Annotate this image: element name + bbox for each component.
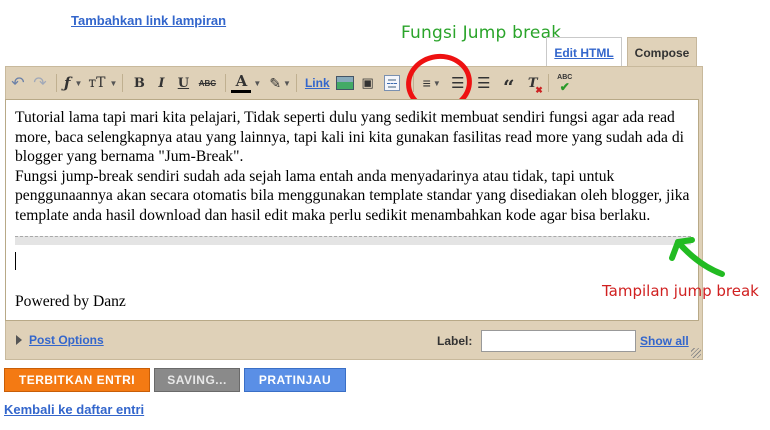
label-caption: Label: [437,334,473,348]
jump-break-line[interactable] [15,236,691,245]
link-button[interactable]: Link [302,72,333,94]
label-input[interactable] [481,330,636,352]
signature-text: Powered by Danz [15,293,126,310]
chevron-down-icon: ▼ [253,78,262,88]
clear-format-button[interactable]: T ✖ [523,72,543,97]
quote-button[interactable]: “ [499,72,519,99]
strikethrough-button[interactable]: ABC [194,72,220,94]
triangle-right-icon[interactable] [16,335,22,345]
bullet-list-button[interactable]: ☰ [475,72,493,94]
underline-button[interactable]: U [172,72,194,94]
post-options-bar: Post Options Label: Show all [5,322,703,360]
font-family-button[interactable]: ƒ ▼ [62,72,82,94]
show-all-link[interactable]: Show all [640,334,689,348]
bold-button[interactable]: B [128,72,150,94]
text-size-icon: тT [88,75,106,91]
toolbar-divider [225,74,227,92]
chevron-down-icon: ▼ [109,78,118,88]
publish-button[interactable]: TERBITKAN ENTRI [4,368,150,392]
spellcheck-button[interactable]: ABC ✔ [554,72,576,94]
insert-video-button[interactable]: ▣ [357,72,379,94]
post-options-link[interactable]: Post Options [29,333,104,347]
back-to-posts-link[interactable]: Kembali ke daftar entri [4,402,144,417]
highlight-button[interactable]: ✎ ▼ [269,72,291,94]
annotation-jump-break-view: Tampilan jump break [602,282,759,300]
post-body[interactable]: Tutorial lama tapi mari kita pelajari, T… [15,108,695,225]
jump-break-button[interactable] [379,72,405,94]
font-size-button[interactable]: тT ▼ [86,72,117,94]
editor-content[interactable]: Tutorial lama tapi mari kita pelajari, T… [5,99,699,321]
resize-grip-icon[interactable] [691,348,701,358]
tab-edit-html[interactable]: Edit HTML [546,37,622,67]
annotation-jump-break-function: Fungsi Jump break [401,23,562,43]
toolbar-divider [295,74,297,92]
text-color-button[interactable]: A ▼ [231,72,261,94]
toolbar: ↶ ↷ ƒ ▼ тT ▼ B I U ABC A ▼ ✎ ▼ Link ▣ ≡ … [7,67,701,100]
toolbar-divider [122,74,124,92]
chevron-down-icon: ▼ [74,78,83,88]
paragraph: Fungsi jump-break sendiri sudah ada seja… [15,167,690,224]
chevron-down-icon: ▼ [283,78,291,88]
preview-button[interactable]: PRATINJAU [244,368,346,392]
tab-compose[interactable]: Compose [627,37,697,67]
paragraph: Tutorial lama tapi mari kita pelajari, T… [15,109,684,165]
attach-link[interactable]: Tambahkan link lampiran [71,13,226,28]
insert-image-button[interactable] [333,72,357,94]
font-icon: ƒ [64,74,71,92]
redo-icon[interactable]: ↷ [29,72,51,94]
spellcheck-icon: ✔ [559,80,570,94]
undo-icon[interactable]: ↶ [7,72,29,94]
green-arrow-annotation [669,237,725,277]
toolbar-divider [547,74,549,92]
image-icon [335,76,354,90]
highlight-icon: ✎ [269,74,282,91]
toolbar-divider [56,74,57,92]
video-icon: ▣ [361,75,374,90]
bullet-list-icon: ☰ [477,75,491,92]
text-color-icon: A [231,73,252,93]
text-cursor [15,252,16,270]
close-icon: ✖ [535,86,543,96]
quote-icon: “ [502,75,515,99]
italic-button[interactable]: I [150,72,172,94]
jump-break-icon [383,75,400,91]
saving-button[interactable]: SAVING... [154,368,240,392]
